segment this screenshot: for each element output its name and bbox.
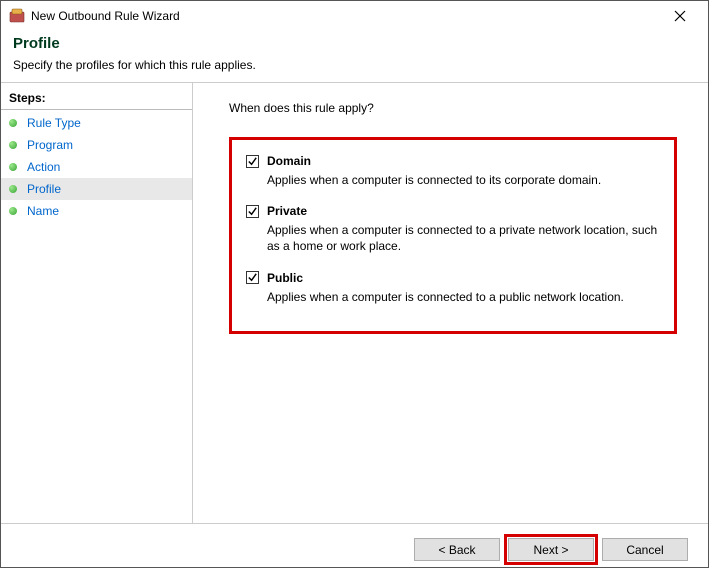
step-program[interactable]: Program (1, 134, 192, 156)
checkbox-desc: Applies when a computer is connected to … (267, 289, 660, 305)
page-title: Profile (13, 35, 696, 52)
app-icon (9, 8, 25, 24)
profile-domain: Domain Applies when a computer is connec… (246, 154, 660, 188)
checkbox-desc: Applies when a computer is connected to … (267, 172, 660, 188)
wizard-header: Profile Specify the profiles for which t… (1, 31, 708, 82)
step-bullet-icon (9, 207, 17, 215)
checkbox-label: Domain (267, 154, 311, 168)
step-label: Program (27, 138, 73, 152)
window-title: New Outbound Rule Wizard (31, 9, 660, 23)
step-label: Rule Type (27, 116, 81, 130)
checkbox-label: Private (267, 204, 307, 218)
step-rule-type[interactable]: Rule Type (1, 112, 192, 134)
step-bullet-icon (9, 119, 17, 127)
steps-title: Steps: (1, 89, 192, 110)
titlebar: New Outbound Rule Wizard (1, 1, 708, 31)
step-label: Name (27, 204, 59, 218)
checkbox-public[interactable] (246, 271, 259, 284)
back-button[interactable]: < Back (414, 538, 500, 561)
steps-sidebar: Steps: Rule Type Program Action Profile … (1, 83, 193, 523)
checkbox-domain[interactable] (246, 155, 259, 168)
step-action[interactable]: Action (1, 156, 192, 178)
checkbox-label: Public (267, 271, 303, 285)
check-icon (247, 272, 258, 283)
step-label: Action (27, 160, 60, 174)
check-icon (247, 206, 258, 217)
profile-public: Public Applies when a computer is connec… (246, 271, 660, 305)
step-profile[interactable]: Profile (1, 178, 192, 200)
cancel-button[interactable]: Cancel (602, 538, 688, 561)
content-pane: When does this rule apply? Domain Applie… (193, 83, 708, 523)
step-bullet-icon (9, 185, 17, 193)
checkbox-private[interactable] (246, 205, 259, 218)
wizard-footer: < Back Next > Cancel (1, 523, 708, 575)
step-bullet-icon (9, 141, 17, 149)
page-subtitle: Specify the profiles for which this rule… (13, 58, 696, 72)
step-bullet-icon (9, 163, 17, 171)
checkbox-desc: Applies when a computer is connected to … (267, 222, 660, 254)
close-button[interactable] (660, 2, 700, 30)
step-name[interactable]: Name (1, 200, 192, 222)
main-area: Steps: Rule Type Program Action Profile … (1, 83, 708, 523)
close-icon (674, 10, 686, 22)
next-button[interactable]: Next > (508, 538, 594, 561)
step-label: Profile (27, 182, 61, 196)
profile-private: Private Applies when a computer is conne… (246, 204, 660, 254)
profiles-group: Domain Applies when a computer is connec… (229, 137, 677, 334)
content-question: When does this rule apply? (229, 101, 684, 115)
check-icon (247, 156, 258, 167)
